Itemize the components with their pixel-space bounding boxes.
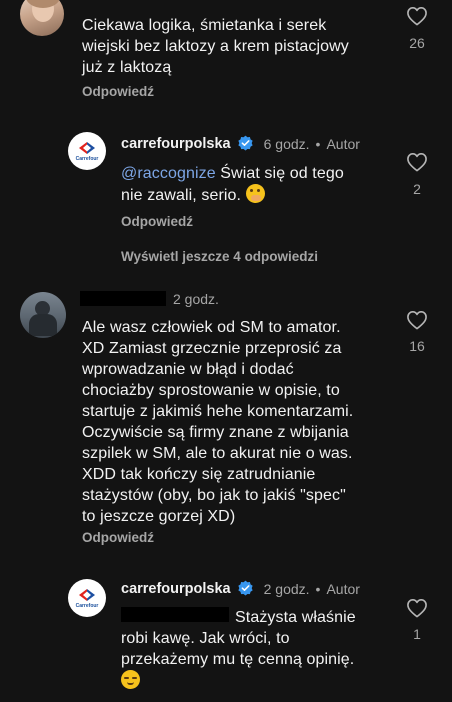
relieved-face-emoji-icon (121, 670, 140, 689)
comment-text-line: szpilek w SM, ale to akurat nie o was. (82, 445, 353, 462)
avatar[interactable]: Carrefour (68, 579, 106, 617)
avatar[interactable]: Carrefour (68, 132, 106, 170)
timestamp: 6 godz. (263, 135, 310, 152)
reply-button[interactable]: Odpowiedź (121, 214, 193, 229)
avatar[interactable] (20, 0, 64, 36)
like-count: 1 (413, 626, 421, 642)
reply-text-line: @raccognize Świat się od tego (121, 163, 381, 184)
comment-text-line: to jeszcze gorzej XD) (82, 508, 236, 525)
carrefour-logo-icon (79, 141, 95, 154)
like-count: 16 (409, 338, 425, 354)
carrefour-logo-text: Carrefour (75, 602, 99, 609)
reply-button[interactable]: Odpowiedź (82, 84, 154, 99)
comment-text: Ciekawa logika, śmietanka i serek wiejsk… (82, 15, 382, 78)
comment-text: Ale wasz człowiek od SM to amator. XD Za… (82, 317, 392, 527)
like-count: 26 (409, 35, 425, 51)
timestamp: 2 godz. (263, 580, 310, 597)
reply-text: Stażysta właśnie robi kawę. Jak wróci, t… (121, 607, 401, 692)
timestamp: 2 godz. (173, 291, 219, 307)
reply-text-segment: Stażysta właśnie (235, 609, 356, 626)
reply-text-segment: nie zawali, serio. (121, 187, 246, 204)
username[interactable]: carrefourpolska (121, 136, 231, 152)
comment-text-line: XD Zamiast grzecznie przeprosić za (82, 340, 342, 357)
carrefour-logo-text: Carrefour (75, 155, 99, 162)
comment-text-line: wprowadzanie w błąd i dodać (82, 361, 294, 378)
comment-text-line: wiejski bez laktozy a krem pistacjowy (82, 38, 349, 55)
comment-text-line: Ale wasz człowiek od SM to amator. (82, 319, 341, 336)
avatar[interactable] (20, 292, 66, 338)
heart-icon (407, 153, 427, 172)
view-more-replies[interactable]: Wyświetl jeszcze 4 odpowiedzi (121, 249, 318, 264)
reply-text-segment: Świat się od tego (215, 165, 344, 182)
reply-header: carrefourpolska 2 godz. • Autor (121, 580, 360, 597)
reply-text-line: robi kawę. Jak wróci, to (121, 630, 290, 647)
like-count: 2 (413, 181, 421, 197)
comment-text-line: Oczywiście są firmy znane z wbijania (82, 424, 349, 441)
separator-dot: • (315, 135, 321, 152)
heart-icon (407, 7, 427, 26)
comment-text-line: Ciekawa logika, śmietanka i serek (82, 17, 327, 34)
like-button[interactable] (406, 598, 428, 623)
comment-text-line: chociażby sprostowanie w opisie, to (82, 382, 340, 399)
comment-text-line: już z laktozą (82, 59, 172, 76)
reply-text-line: przekażemy mu tę cenną opinię. (121, 651, 355, 668)
username[interactable]: carrefourpolska (121, 581, 231, 597)
verified-badge-icon (237, 135, 253, 151)
comment-text-line: stażystów (oby, bo jak to jakiś "spec" (82, 487, 346, 504)
reply-header: carrefourpolska 6 godz. • Autor (121, 135, 360, 152)
heart-icon (407, 599, 427, 618)
author-label: Autor (326, 580, 360, 597)
like-button[interactable] (406, 310, 428, 335)
mention-link[interactable]: @raccognize (121, 165, 216, 182)
reply-text-line: nie zawali, serio. (121, 184, 381, 206)
reply-text: @raccognize Świat się od tego nie zawali… (121, 163, 381, 206)
separator-dot: • (315, 580, 321, 597)
carrefour-logo-icon (79, 588, 95, 601)
comment-text-line: startuje z jakimiś hehe komentarzami. (82, 403, 354, 420)
verified-badge-icon (237, 580, 253, 596)
reply-text-line: Stażysta właśnie (121, 607, 401, 628)
like-button[interactable] (406, 152, 428, 177)
comment-text-line: XDD tak kończy się zatrudnianie (82, 466, 316, 483)
like-button[interactable] (406, 6, 428, 31)
reply-text-line (121, 670, 401, 692)
heart-icon (407, 311, 427, 330)
reply-button[interactable]: Odpowiedź (82, 530, 154, 545)
author-label: Autor (326, 135, 360, 152)
redacted-username (80, 291, 166, 306)
shushing-face-emoji-icon (245, 184, 265, 203)
